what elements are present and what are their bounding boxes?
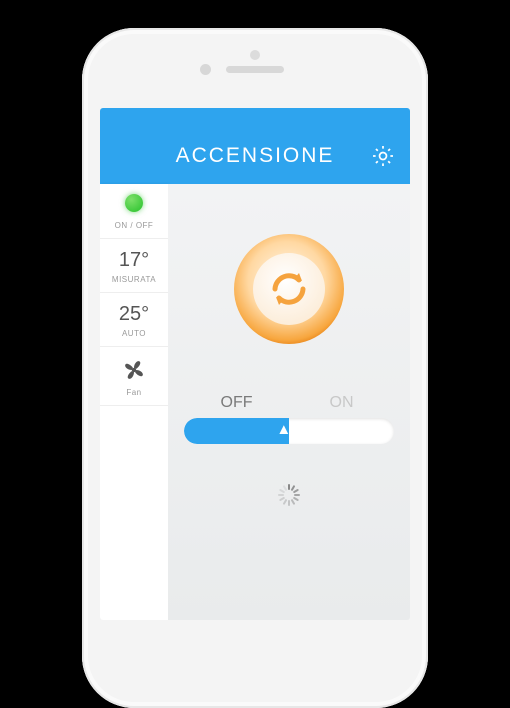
power-inner [253, 253, 325, 325]
onoff-label: ON / OFF [115, 221, 154, 230]
page-title: ACCENSIONE [176, 144, 335, 168]
content-area: ON / OFF 17° MISURATA 25° AUTO [100, 184, 410, 620]
slider-label-on: ON [289, 394, 394, 412]
header-bar: ACCENSIONE [100, 128, 410, 184]
phone-frame: ACCENSIONE ON / OFF 17° MISURATA [82, 28, 428, 708]
measured-value: 17° [119, 249, 149, 272]
settings-button[interactable] [370, 143, 396, 169]
slider-thumb-icon: ▲ [276, 421, 291, 438]
slider-track[interactable]: ▲ [184, 418, 394, 444]
power-slider[interactable]: OFF ON ▲ [184, 394, 394, 444]
screen: ACCENSIONE ON / OFF 17° MISURATA [100, 108, 410, 620]
refresh-icon [266, 266, 312, 312]
measured-label: MISURATA [112, 275, 156, 284]
power-button[interactable] [234, 234, 344, 344]
slider-label-off: OFF [184, 394, 289, 412]
loading-spinner-icon [278, 484, 300, 506]
sidebar-item-fan[interactable]: Fan [100, 347, 168, 406]
setpoint-value: 25° [119, 303, 149, 326]
sensor-dot [250, 50, 260, 60]
speaker-grille [226, 66, 284, 73]
fan-icon [121, 357, 147, 383]
slider-labels: OFF ON [184, 394, 394, 412]
fan-label: Fan [126, 388, 141, 397]
sidebar-item-onoff[interactable]: ON / OFF [100, 184, 168, 239]
sidebar-item-setpoint[interactable]: 25° AUTO [100, 293, 168, 347]
front-camera [200, 64, 211, 75]
slider-fill [184, 418, 289, 444]
status-bar [100, 108, 410, 128]
setpoint-label: AUTO [122, 329, 146, 338]
sidebar-item-measured[interactable]: 17° MISURATA [100, 239, 168, 293]
gear-icon [370, 143, 396, 169]
sidebar: ON / OFF 17° MISURATA 25° AUTO [100, 184, 168, 620]
status-dot-icon [125, 194, 143, 212]
main-panel: OFF ON ▲ [168, 184, 410, 620]
